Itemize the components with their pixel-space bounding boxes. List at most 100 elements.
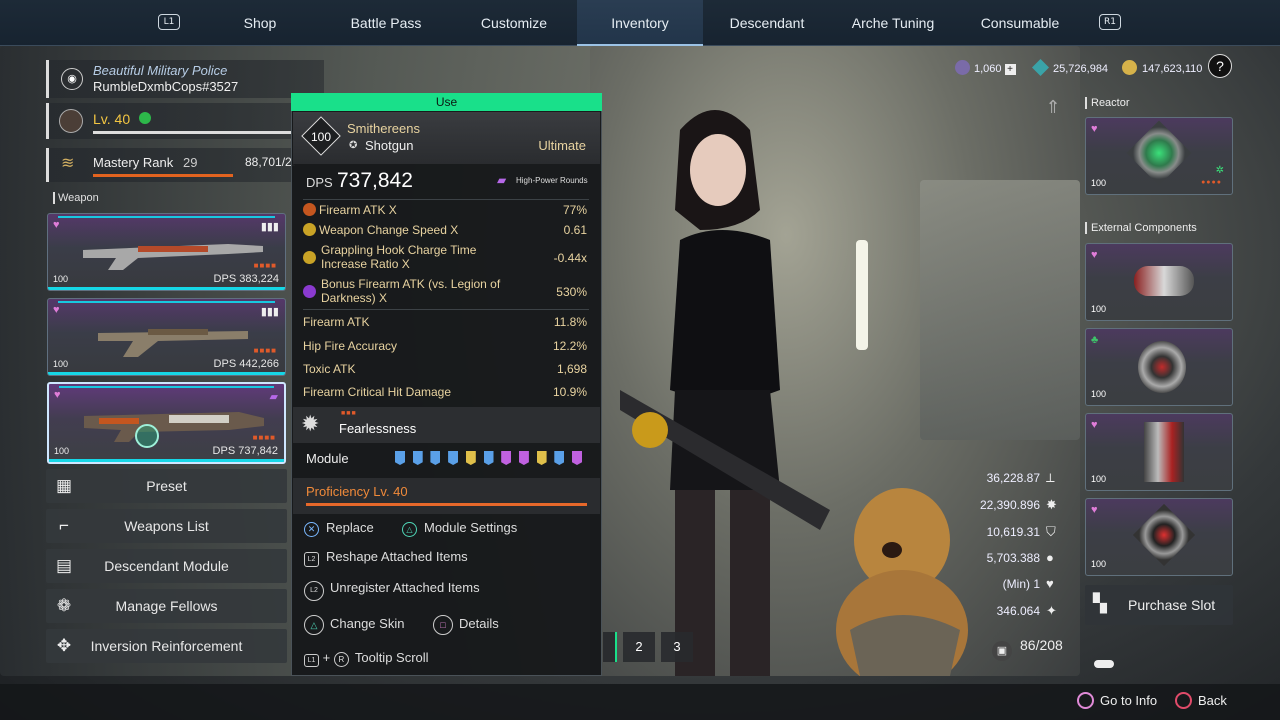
reshape-action[interactable]: L2 Reshape Attached Items	[304, 549, 468, 567]
mastery-label: Mastery Rank	[93, 155, 174, 170]
details-label: Details	[459, 616, 499, 631]
page-2-button[interactable]: 2	[623, 632, 655, 662]
component-image	[1138, 341, 1186, 393]
tab-battle-pass[interactable]: Battle Pass	[330, 0, 442, 46]
module-slot-icon	[518, 451, 529, 465]
power-icon: ⟂	[1046, 470, 1055, 485]
descendant-character	[620, 90, 830, 676]
weapon-slot-1[interactable]: ♥ ▮▮▮ ■■■■ 100 DPS 383,224	[47, 213, 286, 291]
weapons-list-button[interactable]: ⌐ Weapons List	[46, 509, 287, 543]
dps-value: 737,842	[337, 169, 413, 192]
stat-label: Firearm ATK X	[319, 203, 397, 217]
tab-shop[interactable]: Shop	[220, 0, 300, 46]
rank-dots: ■■■■	[253, 346, 277, 355]
descendant-portrait	[1178, 0, 1238, 46]
heart-icon: ♥	[1091, 249, 1098, 261]
player-title: Beautiful Military Police	[93, 63, 228, 78]
replace-action[interactable]: ✕ Replace	[304, 520, 374, 537]
stat-value-3: 10,619.31	[986, 525, 1040, 539]
stat-value-1: 36,228.87	[986, 471, 1040, 485]
back-action[interactable]: Back	[1175, 692, 1227, 709]
level-progress-bar	[93, 131, 293, 134]
weapon-slot-2[interactable]: ♥ ▮▮▮ ■■■■ 100 DPS 442,266	[47, 298, 286, 376]
module-slots	[395, 451, 590, 465]
square-hold-button-icon: □	[433, 615, 453, 635]
ammo-icon: ▮▮▮	[260, 221, 279, 233]
stat-value-2: 22,390.896	[979, 498, 1040, 512]
external-slot-4[interactable]: ♥ 100	[1085, 498, 1233, 576]
stat-value-6: 346.064	[996, 604, 1040, 618]
ammo-icon: ▮▮▮	[260, 306, 279, 318]
purchase-slot-button[interactable]: ▚ Purchase Slot	[1085, 585, 1233, 625]
square-button-icon	[1077, 692, 1094, 709]
background-light	[856, 240, 868, 350]
heart-icon: ♥	[1091, 123, 1098, 135]
level-up-icon	[139, 112, 151, 124]
preset-button[interactable]: ▦ Preset	[46, 469, 287, 503]
player-level: Lv. 40	[93, 111, 131, 127]
indicator-pill	[1094, 660, 1114, 668]
divider	[303, 199, 589, 200]
go-to-info-action[interactable]: Go to Info	[1077, 692, 1157, 709]
add-currency-icon[interactable]: +	[1004, 64, 1016, 75]
divider	[303, 309, 589, 310]
fearlessness-icon: ✹	[301, 411, 320, 436]
inversion-icon: ✥	[56, 636, 72, 655]
high-power-rounds-icon: ▰	[269, 391, 278, 403]
tab-inventory[interactable]: Inventory	[577, 0, 703, 46]
page-3-button[interactable]: 3	[661, 632, 693, 662]
mastery-progress-bar	[93, 174, 233, 177]
change-speed-icon	[303, 223, 316, 236]
r1-button-icon[interactable]: R1	[1099, 14, 1121, 30]
mastery-points: 88,701/22	[245, 155, 295, 169]
weapon-image	[83, 244, 263, 270]
tooltip-scroll-action[interactable]: L1 + R Tooltip Scroll	[304, 650, 429, 667]
l2-button-icon: L2	[304, 552, 319, 567]
component-level: 100	[1091, 304, 1107, 314]
tab-arche-tuning[interactable]: Arche Tuning	[840, 0, 946, 46]
inversion-reinforcement-button[interactable]: ✥ Inversion Reinforcement	[46, 629, 287, 663]
preset-label: Preset	[146, 478, 187, 494]
inventory-capacity: ▣ 86/208	[992, 637, 1082, 661]
weapon-rarity: Ultimate	[538, 138, 586, 153]
tab-consumable[interactable]: Consumable	[966, 0, 1074, 46]
help-button[interactable]: ?	[1208, 54, 1232, 78]
cross-button-icon: ✕	[304, 522, 319, 537]
external-components-label: External Components	[1085, 222, 1235, 234]
heart-icon: ♥	[1091, 504, 1098, 516]
grapple-icon	[303, 251, 316, 264]
external-slot-2[interactable]: ♣ 100	[1085, 328, 1233, 406]
change-skin-action[interactable]: △ Change Skin	[304, 615, 404, 635]
use-button[interactable]: Use	[291, 93, 602, 111]
details-action[interactable]: □ Details	[433, 615, 499, 635]
heart-icon: ♥	[54, 389, 61, 401]
weapon-slot-3-selected[interactable]: ♥ ▰ ■■■■ 100 DPS 737,842	[47, 382, 286, 464]
heart-icon: ♥	[1091, 419, 1098, 431]
module-settings-action[interactable]: △ Module Settings	[402, 520, 517, 537]
avatar	[59, 109, 83, 133]
special-stat-row: Grappling Hook Charge Time Increase Rati…	[303, 243, 589, 273]
proficiency-row: Proficiency Lv. 40	[293, 478, 600, 514]
tab-descendant[interactable]: Descendant	[715, 0, 819, 46]
caliber-icon	[955, 60, 970, 75]
weapon-dps: DPS 383,224	[213, 273, 279, 285]
page-indicator-active[interactable]	[603, 632, 617, 662]
mastery-rank-row: ≋ Mastery Rank 29 88,701/22	[46, 148, 295, 182]
manage-fellows-button[interactable]: ❁ Manage Fellows	[46, 589, 287, 623]
tab-customize[interactable]: Customize	[460, 0, 568, 46]
unregister-action[interactable]: L2 Unregister Attached Items	[304, 580, 480, 601]
l1-button-icon[interactable]: L1	[158, 14, 180, 30]
weapon-bar	[49, 459, 284, 462]
external-slot-1[interactable]: ♥ 100	[1085, 243, 1233, 321]
weapon-level-badge: 100	[310, 130, 332, 144]
rarity-bar	[58, 216, 275, 218]
module-slot-icon	[395, 451, 405, 465]
circle-button-icon	[1175, 692, 1192, 709]
descendant-module-button[interactable]: ▤ Descendant Module	[46, 549, 287, 583]
external-slot-3[interactable]: ♥ 100	[1085, 413, 1233, 491]
reactor-slot[interactable]: ♥ 100 ●●●● ✲	[1085, 117, 1233, 195]
component-image	[1144, 422, 1184, 482]
element-icon: ✲	[1215, 165, 1224, 176]
shield-icon: ⛉	[1046, 524, 1056, 539]
currency-2: 25,726,984	[1032, 59, 1108, 76]
